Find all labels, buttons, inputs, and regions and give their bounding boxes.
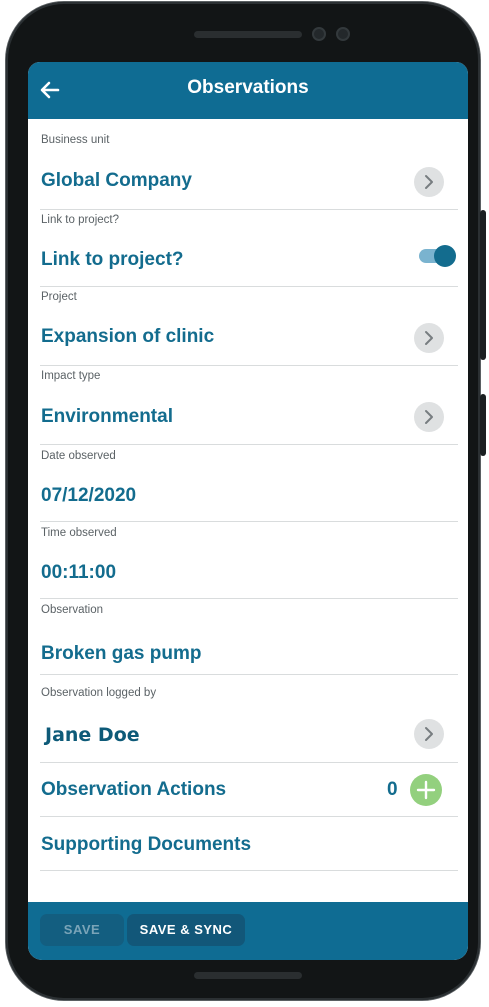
power-button	[480, 394, 486, 456]
phone-frame: Observations Business unit Global Compan…	[6, 2, 486, 1000]
app-bar: Observations	[28, 62, 468, 119]
camera-icon	[312, 27, 326, 41]
page-title: Observations	[187, 77, 309, 98]
business-unit-label: Business unit	[41, 134, 110, 146]
link-project-toggle[interactable]	[419, 245, 456, 267]
sensor-icon	[336, 27, 350, 41]
logged-by-label: Observation logged by	[41, 687, 157, 699]
toggle-knob	[434, 245, 456, 267]
impact-type-chevron-right-icon[interactable]	[414, 402, 444, 432]
observation-actions-label[interactable]: Observation Actions	[41, 779, 226, 801]
observation-input[interactable]: Broken gas pump	[41, 643, 201, 665]
date-observed-value[interactable]: 07/12/2020	[41, 485, 136, 507]
business-unit-value[interactable]: Global Company	[41, 170, 192, 192]
project-label: Project	[41, 291, 77, 303]
logged-by-value[interactable]: Jane Doe	[45, 724, 140, 746]
logged-by-chevron-right-icon[interactable]	[414, 719, 444, 749]
divider	[40, 762, 458, 763]
impact-type-label: Impact type	[41, 370, 101, 382]
divider	[40, 816, 458, 817]
add-action-button[interactable]	[410, 774, 442, 806]
speaker-grille	[194, 31, 302, 38]
divider	[40, 870, 458, 871]
date-observed-label: Date observed	[41, 450, 116, 462]
time-observed-value[interactable]: 00:11:00	[41, 562, 116, 584]
observation-actions-count: 0	[387, 779, 398, 800]
link-project-label: Link to project?	[41, 214, 119, 226]
bottom-speaker	[194, 972, 302, 979]
volume-button	[480, 210, 486, 360]
impact-type-value[interactable]: Environmental	[41, 406, 173, 428]
observation-label: Observation	[41, 604, 104, 616]
plus-icon	[416, 780, 436, 800]
time-observed-label: Time observed	[41, 527, 117, 539]
divider	[40, 209, 458, 210]
project-value[interactable]: Expansion of clinic	[41, 326, 214, 348]
divider	[40, 674, 458, 675]
divider	[40, 286, 458, 287]
bottom-action-bar: SAVE SAVE & SYNC	[28, 902, 468, 960]
save-sync-button[interactable]: SAVE & SYNC	[127, 914, 245, 946]
project-chevron-right-icon[interactable]	[414, 323, 444, 353]
link-project-value: Link to project?	[41, 249, 184, 270]
divider	[40, 444, 458, 445]
divider	[40, 598, 458, 599]
business-unit-chevron-right-icon[interactable]	[414, 167, 444, 197]
supporting-documents-label[interactable]: Supporting Documents	[41, 834, 251, 856]
save-button[interactable]: SAVE	[40, 914, 124, 946]
app-screen: Observations Business unit Global Compan…	[28, 62, 468, 960]
divider	[40, 365, 458, 366]
divider	[40, 521, 458, 522]
